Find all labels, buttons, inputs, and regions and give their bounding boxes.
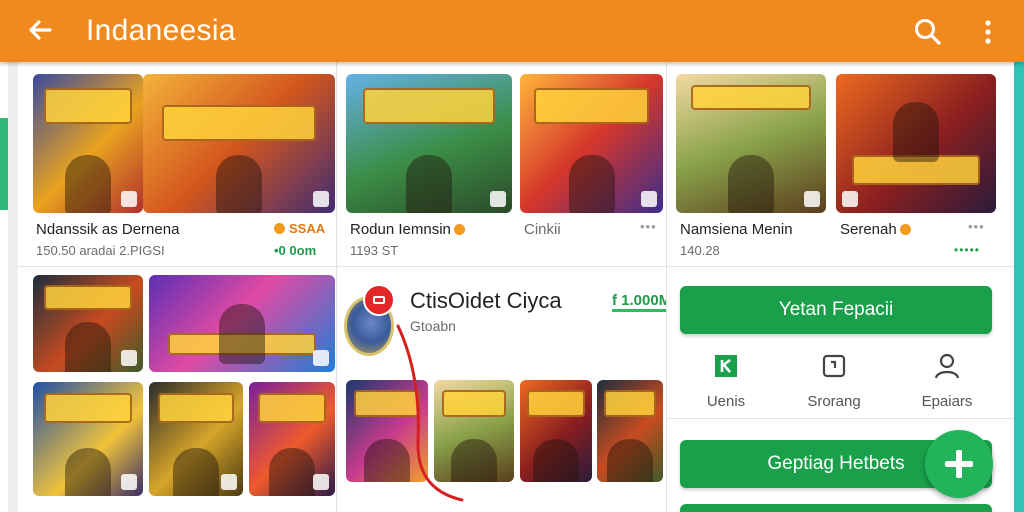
game-rating: ••••• [954, 243, 981, 257]
nav-item-uenis[interactable]: Uenis [681, 352, 771, 410]
coin-icon [899, 224, 911, 235]
primary-button[interactable]: Yetan Fepacii [680, 286, 992, 334]
nav-item-srorang[interactable]: Srorang [789, 352, 879, 410]
k-logo-icon [715, 355, 737, 377]
game-title[interactable]: Namsiena Menin [680, 221, 793, 238]
search-icon[interactable] [912, 16, 944, 48]
arrow-left-icon[interactable] [24, 14, 56, 46]
game-subtitle: 140.28 [680, 243, 720, 258]
game-title[interactable]: Serenah [840, 221, 911, 238]
app-bar: Indaneesia [0, 0, 1024, 62]
page-title: Indaneesia [86, 14, 236, 47]
more-vert-icon[interactable] [978, 16, 998, 48]
game-rating: ••• [968, 219, 985, 234]
game-thumbnail[interactable] [836, 74, 996, 213]
nav-item-epaiars[interactable]: Epaiars [902, 352, 992, 410]
tertiary-button[interactable] [680, 504, 992, 512]
card-icon [822, 354, 846, 378]
game-thumbnail[interactable] [676, 74, 826, 213]
person-icon [934, 353, 960, 379]
add-button[interactable] [925, 430, 993, 498]
